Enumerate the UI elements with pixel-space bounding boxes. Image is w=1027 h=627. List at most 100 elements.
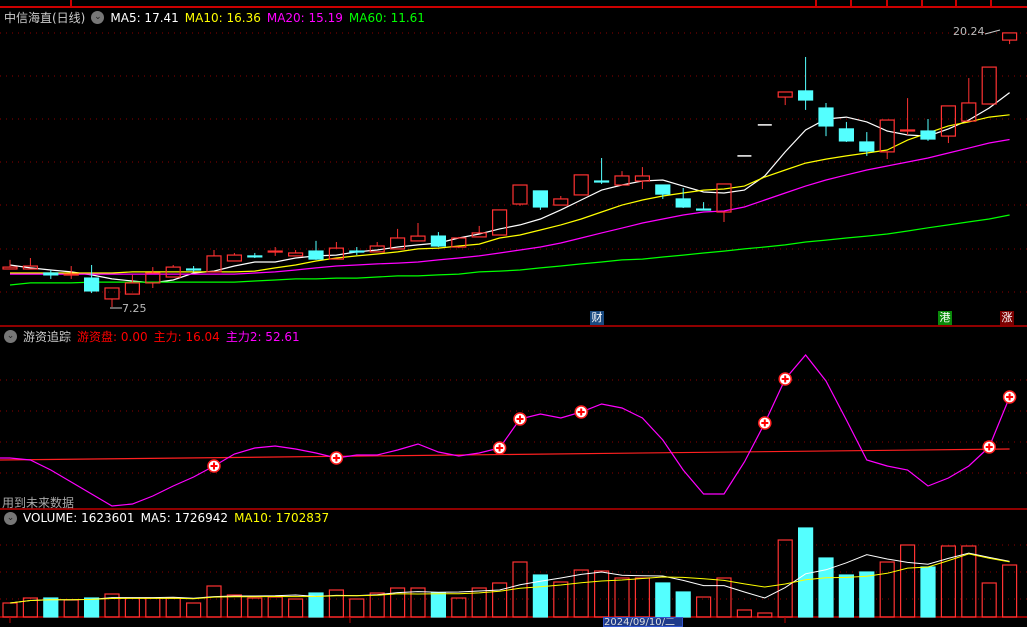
candle-body — [226, 254, 242, 262]
chevron-down-icon[interactable]: ⌄ — [4, 511, 17, 525]
candle-body — [981, 66, 997, 105]
candle-body — [267, 250, 283, 253]
volume-bar — [226, 594, 242, 618]
volume-bar — [573, 569, 589, 618]
candle-body — [104, 287, 120, 300]
volume-bar — [124, 597, 141, 618]
stock-title: 中信海直(日线) — [4, 11, 86, 25]
youzi-value: 游资盘: 0.00 — [77, 330, 148, 344]
volume-bar — [716, 577, 732, 618]
volume-bar — [981, 582, 997, 618]
candle-body — [655, 184, 671, 195]
volume-bar — [369, 592, 385, 618]
volume-bar — [879, 561, 895, 618]
volume-bar — [2, 602, 18, 618]
candle-body — [797, 90, 814, 101]
candle-body — [573, 174, 589, 196]
volume-bar — [186, 602, 202, 618]
tag-finance[interactable]: 财 — [590, 311, 604, 325]
candle-body — [675, 198, 691, 208]
volume-bar — [961, 545, 977, 618]
candle-body — [777, 91, 793, 98]
volume-bar — [430, 592, 446, 618]
volume-bar — [165, 597, 181, 618]
candle-body — [349, 250, 365, 253]
volume-bar — [593, 570, 610, 618]
indicator-note: 用到未来数据 — [2, 496, 75, 510]
candle-body — [961, 102, 977, 122]
tag-limit-up[interactable]: 涨 — [1000, 311, 1014, 325]
volume-bar — [920, 566, 936, 618]
candle-body — [43, 272, 59, 276]
ma10-value: MA10: 16.36 — [184, 10, 261, 25]
candle-body — [430, 235, 446, 247]
volume-value: VOLUME: 1623601 — [23, 511, 135, 525]
candle-body — [532, 190, 549, 208]
ma20-value: MA20: 15.19 — [266, 10, 343, 25]
volume-bar — [288, 598, 304, 618]
candle-body — [553, 198, 569, 206]
volume-bar — [899, 544, 916, 618]
volume-bar — [695, 596, 712, 618]
candle-body — [695, 208, 712, 211]
volume-ma10-value: MA10: 1702837 — [234, 511, 330, 525]
volume-bar — [83, 597, 100, 618]
volume-legend: ⌄ VOLUME: 1623601 MA5: 1726942 MA10: 170… — [4, 511, 329, 525]
volume-bar — [675, 591, 691, 618]
stock-chart[interactable] — [0, 0, 1027, 623]
indicator-legend: ⌄ 游资追踪 游资盘: 0.00 主力: 16.04 主力2: 52.61 — [4, 328, 300, 345]
volume-bar — [655, 582, 671, 618]
ma-line-ma20 — [10, 138, 1010, 275]
volume-bar — [410, 587, 426, 618]
candle-body — [940, 105, 957, 137]
volume-bar — [777, 539, 793, 618]
candle-body — [492, 209, 508, 236]
candle-body — [186, 268, 202, 271]
volume-bar — [267, 596, 283, 618]
ma5-value: MA5: 17.41 — [110, 10, 179, 25]
high-price-label: 20.24 — [953, 25, 985, 38]
volume-bar — [63, 599, 79, 618]
volume-bar — [349, 598, 365, 618]
volume-bar — [492, 582, 508, 618]
indicator-title: 游资追踪 — [23, 330, 72, 344]
zhuli2-line — [0, 354, 1011, 507]
tag-hk[interactable]: 港 — [938, 311, 952, 325]
low-price-label: 7.25 — [122, 302, 147, 315]
volume-bar — [328, 589, 344, 618]
candle-body — [593, 180, 610, 183]
volume-bar — [859, 571, 875, 618]
volume-bar — [145, 597, 161, 618]
cursor-date: 2024/09/10/二 — [603, 617, 683, 627]
candle-body — [512, 184, 528, 205]
volume-bar — [512, 561, 528, 618]
volume-bar — [451, 597, 467, 618]
candle-body — [838, 128, 855, 142]
candle-body — [410, 235, 426, 242]
candle-body — [83, 277, 100, 292]
chevron-down-icon[interactable]: ⌄ — [4, 330, 17, 343]
ma60-value: MA60: 11.61 — [348, 10, 425, 25]
chevron-down-icon[interactable]: ⌄ — [91, 11, 105, 24]
candle-body — [818, 107, 834, 127]
volume-bar — [1001, 564, 1018, 618]
candle-body — [63, 273, 79, 276]
volume-bar — [43, 597, 59, 618]
candle-body — [920, 130, 936, 140]
candle-body — [2, 266, 18, 270]
volume-bar — [206, 585, 222, 618]
candle-body — [1001, 32, 1018, 41]
candle-body — [308, 250, 324, 260]
zhuli2-value: 主力2: 52.61 — [225, 330, 300, 344]
volume-bar — [553, 581, 569, 618]
candle-body — [288, 252, 304, 257]
volume-ma5-value: MA5: 1726942 — [140, 511, 229, 525]
main-legend: 中信海直(日线) ⌄ MA5: 17.41 MA10: 16.36 MA20: … — [4, 9, 425, 26]
candle-body — [247, 255, 263, 258]
candle-body — [899, 129, 916, 132]
volume-bar — [634, 577, 651, 618]
ma-line-ma10 — [10, 114, 1010, 274]
volume-bar — [818, 557, 834, 618]
volume-bar — [838, 574, 855, 618]
volume-bar — [736, 609, 753, 618]
